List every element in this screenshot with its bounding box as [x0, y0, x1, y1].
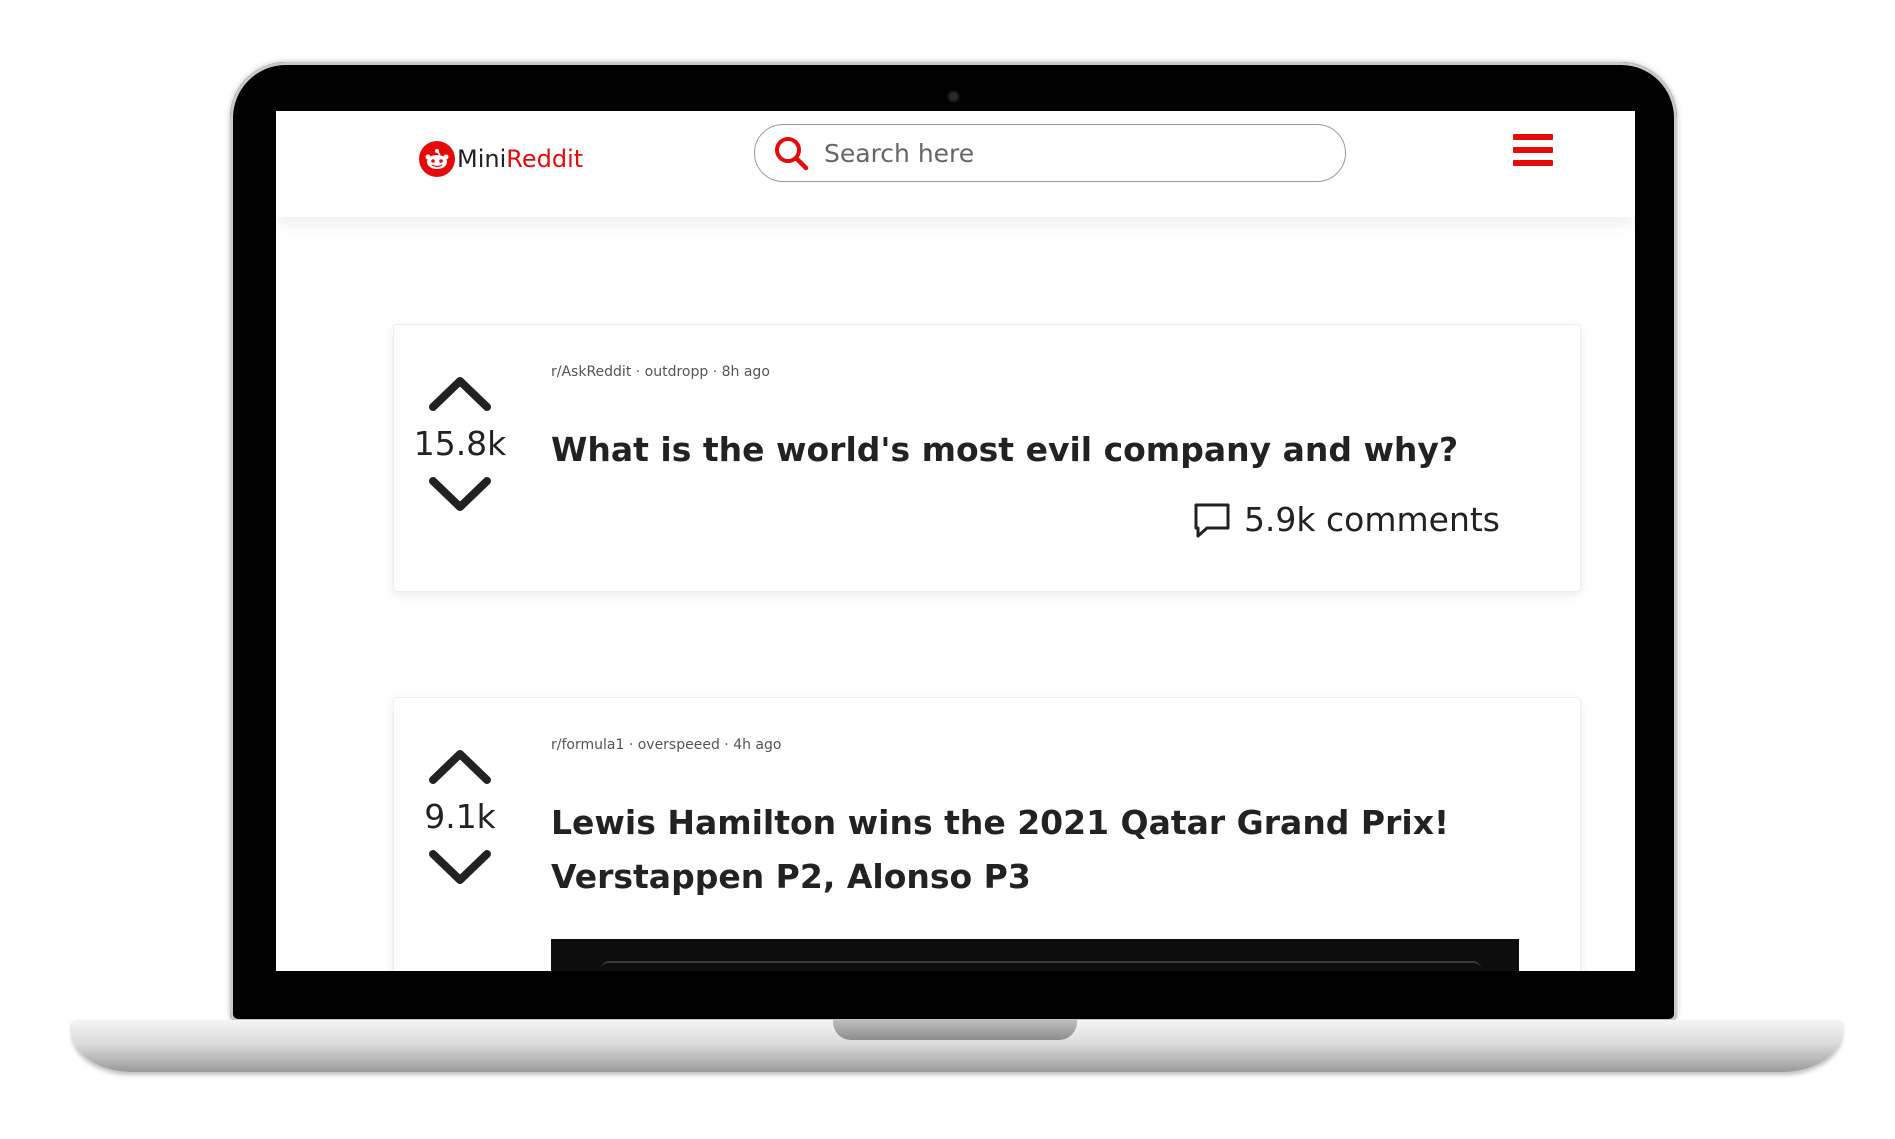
post-meta: r/AskReddit · outdropp · 8h ago [551, 364, 770, 380]
downvote-icon[interactable] [427, 848, 493, 888]
laptop-notch [833, 1020, 1077, 1040]
brand-name-reddit: Reddit [506, 145, 584, 173]
vote-column: 15.8k [408, 373, 512, 515]
brand-name-mini: Mini [457, 145, 507, 173]
upvote-icon[interactable] [427, 746, 493, 786]
upvote-icon[interactable] [427, 373, 493, 413]
comments-count: 5.9k comments [1243, 500, 1500, 539]
downvote-icon[interactable] [427, 475, 493, 515]
vote-column: 9.1k [408, 746, 512, 888]
comments-link[interactable]: 5.9k comments [1192, 500, 1500, 539]
reddit-logo-icon [419, 141, 455, 177]
brand-logo-link[interactable]: Mini Reddit [419, 141, 583, 177]
top-navbar: Mini Reddit [276, 111, 1635, 217]
search-icon [775, 137, 809, 171]
post-meta: r/formula1 · overspeeed · 4h ago [551, 737, 782, 753]
search-bar[interactable] [754, 124, 1346, 182]
post-card[interactable]: 15.8k r/AskReddit · outdropp · 8h ago Wh… [393, 324, 1581, 592]
vote-score: 9.1k [424, 797, 496, 836]
menu-bar [1513, 160, 1553, 166]
hamburger-menu-icon[interactable] [1513, 134, 1553, 172]
menu-bar [1513, 147, 1553, 153]
comment-icon [1194, 503, 1230, 537]
post-title[interactable]: What is the world's most evil company an… [551, 423, 1501, 477]
vote-score: 15.8k [413, 424, 507, 463]
media-graphic [601, 961, 1481, 971]
webcam [949, 92, 958, 101]
post-title[interactable]: Lewis Hamilton wins the 2021 Qatar Grand… [551, 796, 1501, 904]
post-media-image[interactable] [551, 939, 1519, 971]
browser-screen: MiniReddit 15.8k r/AskReddit · outdro [276, 111, 1635, 971]
menu-bar [1513, 134, 1553, 140]
post-card[interactable]: 9.1k r/formula1 · overspeeed · 4h ago Le… [393, 697, 1581, 971]
search-input[interactable] [822, 137, 1306, 169]
